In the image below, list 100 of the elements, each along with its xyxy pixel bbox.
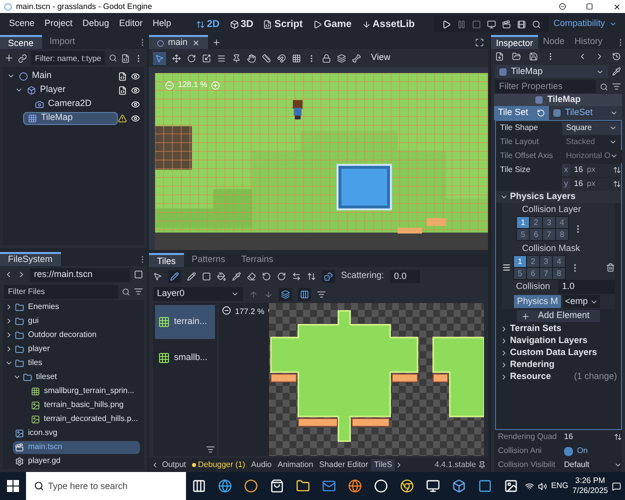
visibility-icon[interactable] [131,114,140,122]
tab[interactable]: Scene [0,35,42,49]
object-selector[interactable]: TileMap [495,65,608,78]
picker-tool-icon[interactable] [232,272,241,280]
close-icon[interactable] [613,2,621,10]
filter-field[interactable]: Filter: name, t:type [31,51,105,65]
workspace-tab[interactable]: Game [308,16,357,32]
remote-debug-icon[interactable] [487,20,496,28]
grid-toggle-icon[interactable] [300,290,309,298]
grid-icon[interactable] [292,54,301,62]
line-tool-icon[interactable] [187,272,196,280]
dice-icon[interactable] [324,272,333,280]
flip-horizontal-icon[interactable] [292,272,301,280]
play-icon[interactable] [442,20,452,28]
script-icon[interactable] [118,86,127,94]
volume-icon[interactable] [538,482,548,490]
play-scene-icon[interactable] [502,20,512,28]
forward-icon[interactable] [17,270,26,279]
rect-tool-icon[interactable] [202,272,211,280]
tab[interactable]: Tiles [149,253,184,267]
language-indicator[interactable]: ENG [551,480,568,492]
file-item[interactable]: icon.svg [13,426,140,440]
menu-item[interactable]: Help [148,17,176,31]
add-node-icon[interactable] [4,53,14,63]
tree-item[interactable]: Camera2D [31,98,127,110]
drag-handle-icon[interactable] [502,263,511,272]
settings-icon[interactable] [317,290,326,298]
filter-field[interactable]: Filter Files [4,284,118,298]
bottom-panel-tab[interactable]: TileS [371,459,396,471]
workspace-tab[interactable]: AssetLib [356,16,420,32]
tab[interactable]: Inspector [491,35,538,49]
link-icon[interactable] [18,54,27,62]
file-item[interactable]: gui [13,314,140,328]
tree-item[interactable]: Player [23,84,118,96]
file-item[interactable]: smallburg_terrain_sprin... [29,384,140,398]
new-resource-icon[interactable] [495,52,504,61]
rotate-right-icon[interactable] [277,272,286,280]
scroll-left-icon[interactable] [151,461,159,469]
delete-icon[interactable] [606,263,615,272]
sort-icon[interactable] [134,287,143,296]
bottom-panel-tab[interactable]: Debugger (1) [189,459,248,471]
select-tool-icon[interactable] [153,272,162,280]
add-element-button[interactable]: Add Element [517,310,600,322]
filter-field[interactable]: Filter Properties [495,80,596,93]
list-icon[interactable] [217,54,226,62]
pin-icon[interactable] [478,461,486,469]
rotate-tool-icon[interactable] [187,54,196,62]
bottom-panel-tab[interactable]: Audio [248,459,275,471]
section-header[interactable]: Navigation Layers [496,335,621,347]
renderer-dropdown[interactable]: Compatibility [549,17,622,31]
file-item[interactable]: tileset [21,370,140,384]
sort-icon[interactable] [206,445,215,454]
file-item[interactable]: player.gd [13,454,140,468]
notifications-icon[interactable] [612,482,621,490]
section-header[interactable]: Custom Data Layers [496,347,621,359]
file-item[interactable]: terrain_decorated_hills.p... [28,412,140,426]
history-icon[interactable] [612,52,621,61]
dropdown[interactable]: Default [560,459,622,471]
clock[interactable]: 3:26 PM 7/26/2025 [572,476,608,496]
visibility-icon[interactable] [131,72,140,80]
zoom-out-icon[interactable] [222,306,231,315]
file-item[interactable]: main.tscn [13,440,140,454]
workspace-tab[interactable]: 3D [224,16,258,32]
minimize-icon[interactable] [559,3,566,10]
back-icon[interactable] [578,52,587,61]
pause-icon[interactable] [457,20,466,28]
scattering-field[interactable]: 0.0 [390,270,420,282]
visibility-icon[interactable] [131,100,140,108]
tile-source[interactable]: smallb... [155,341,215,375]
layer-bit[interactable]: 1 [517,217,529,228]
folder-icon[interactable] [512,52,521,61]
tab[interactable]: Terrains [233,253,282,267]
tab[interactable]: Import [42,35,84,49]
bucket-tool-icon[interactable] [217,272,226,280]
tab[interactable]: Patterns [184,253,234,267]
move-tool-icon[interactable] [172,54,181,62]
resource-picker[interactable]: <emp [563,294,600,308]
path-field[interactable]: res://main.tscn [30,268,130,282]
save-icon[interactable] [529,52,538,61]
attach-script-icon[interactable] [121,54,130,62]
file-item[interactable]: Outdoor decoration [13,328,140,342]
section-header[interactable]: Physics Layers [496,191,621,203]
warning-icon[interactable] [118,114,127,122]
move-down-icon[interactable] [264,290,273,298]
search-icon[interactable] [600,82,608,90]
scale-tool-icon[interactable] [202,54,211,62]
script-icon[interactable] [118,72,127,80]
visibility-icon[interactable] [131,86,140,94]
add-tab-icon[interactable] [212,38,221,46]
pan-tool-icon[interactable] [247,54,256,62]
file-item[interactable]: tiles [13,356,140,370]
menu-item[interactable]: Project [40,17,78,31]
eraser-icon[interactable] [247,272,256,280]
bottom-panel-tab[interactable]: Output [159,459,190,471]
lock-icon[interactable] [322,54,331,62]
forward-icon[interactable] [595,52,604,61]
sort-icon[interactable] [612,82,621,91]
resource-picker[interactable]: TileSet [549,106,622,120]
search-icon[interactable] [109,54,117,62]
layout-icon[interactable] [134,270,143,279]
